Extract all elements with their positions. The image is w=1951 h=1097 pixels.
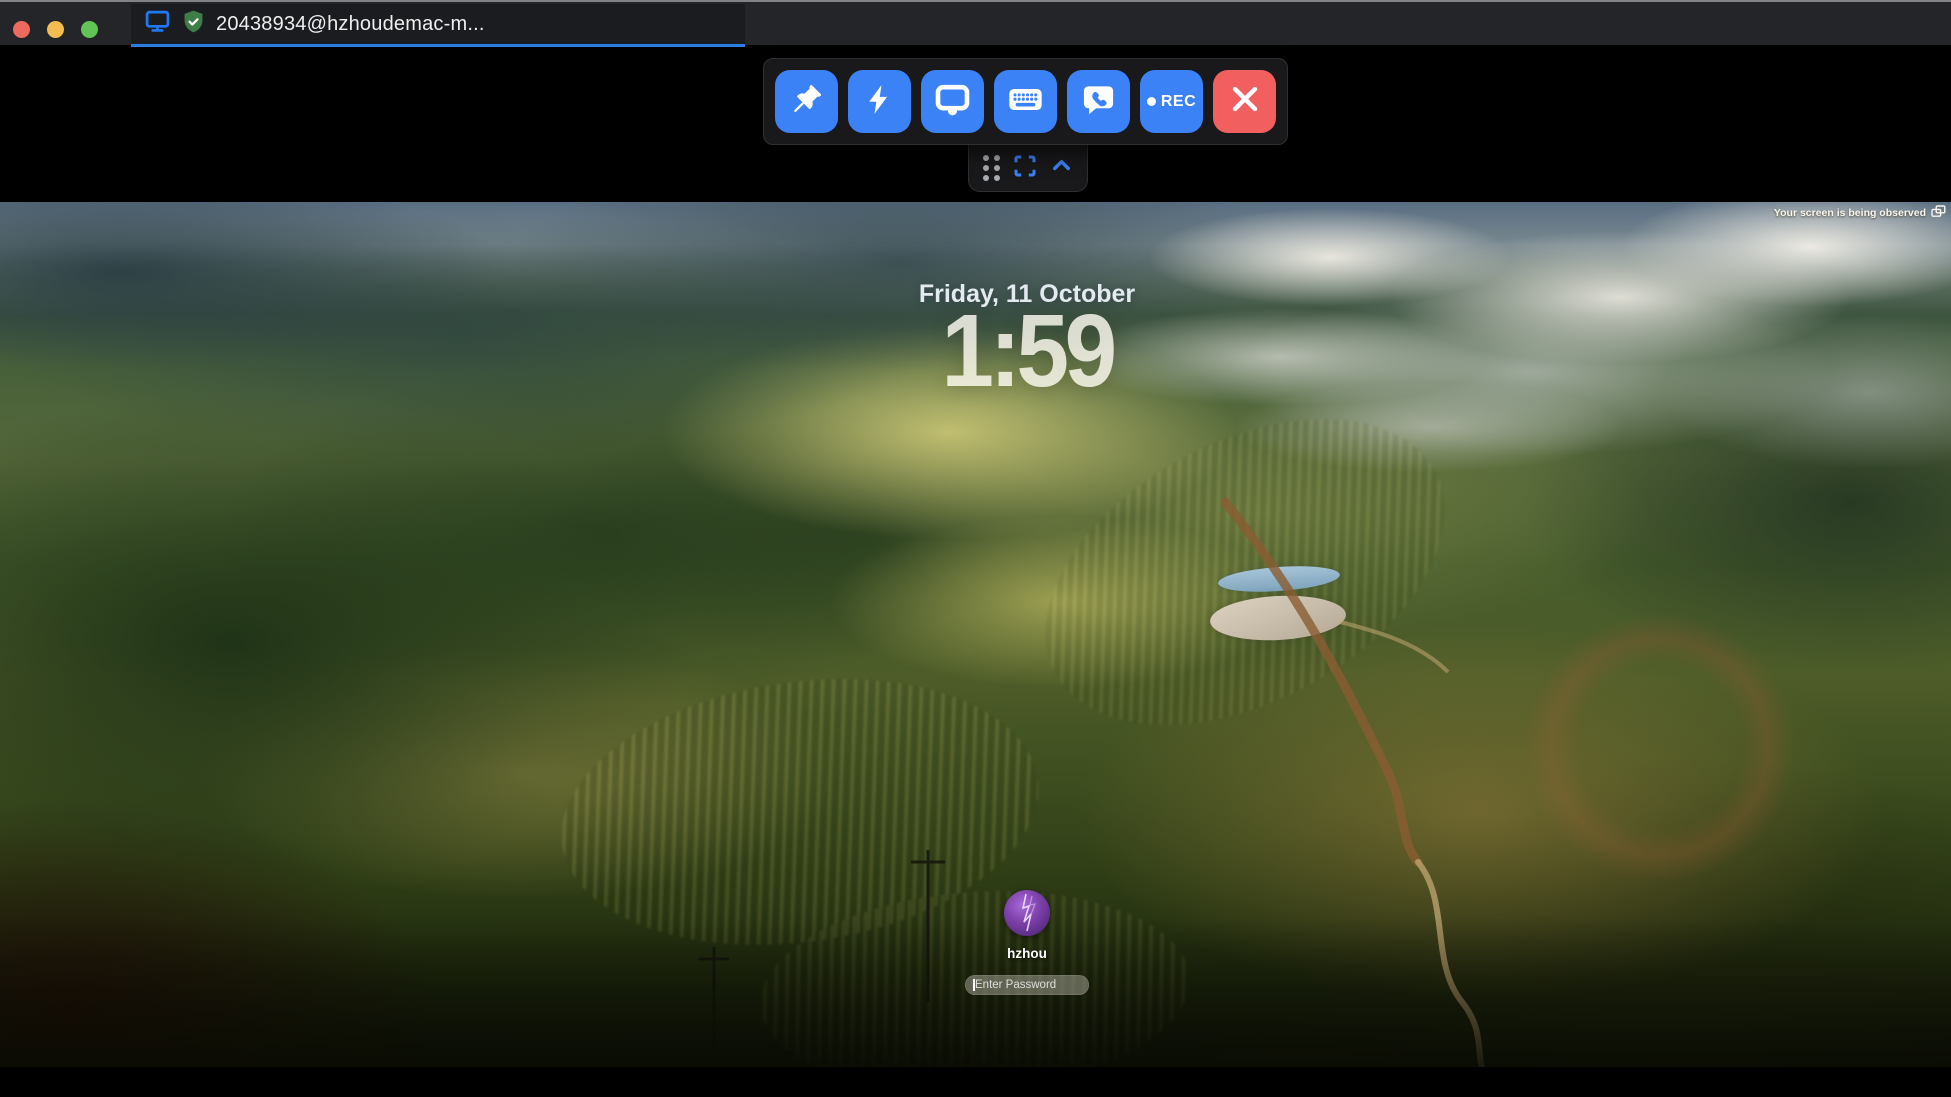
titlebar: 20438934@hzhoudemac-m... (0, 0, 1951, 45)
close-session-button[interactable] (1213, 70, 1276, 133)
password-field-wrap (965, 975, 1089, 995)
rec-label: REC (1161, 93, 1196, 111)
call-toolbar-button[interactable] (1067, 70, 1130, 133)
user-avatar[interactable] (1004, 890, 1050, 936)
pin-icon (789, 82, 824, 122)
bolt-icon (863, 83, 896, 121)
remote-control-toolbar: REC (763, 58, 1288, 145)
session-tab[interactable]: 20438934@hzhoudemac-m... (131, 4, 745, 47)
minimize-window-button[interactable] (47, 21, 64, 38)
call-chat-icon (1081, 82, 1116, 122)
lockscreen-clock: 1:59 (941, 299, 1112, 402)
grid-dots-icon[interactable] (983, 155, 1000, 181)
keyboard-toolbar-button[interactable] (994, 70, 1057, 133)
screen-mirroring-icon (1931, 205, 1946, 221)
close-window-button[interactable] (13, 21, 30, 38)
password-input[interactable] (965, 975, 1089, 995)
zoom-window-button[interactable] (81, 21, 98, 38)
display-icon (144, 9, 171, 39)
username-label: hzhou (1007, 946, 1047, 961)
display-toolbar-button[interactable] (921, 70, 984, 133)
session-tab-title: 20438934@hzhoudemac-m... (216, 13, 485, 36)
rec-dot-icon: REC (1147, 93, 1196, 111)
text-caret (973, 979, 975, 991)
boost-toolbar-button[interactable] (848, 70, 911, 133)
rec-dot (1147, 97, 1156, 106)
chevron-up-icon[interactable] (1050, 154, 1073, 182)
display-icon (934, 81, 971, 123)
screen-observed-badge[interactable]: Your screen is being observed (1774, 205, 1946, 221)
record-toolbar-button[interactable]: REC (1140, 70, 1203, 133)
toolbar-quickbar (968, 145, 1088, 192)
shield-check-icon (181, 8, 206, 40)
traffic-lights (13, 21, 98, 38)
pin-toolbar-button[interactable] (775, 70, 838, 133)
remote-desktop-window: 20438934@hzhoudemac-m... (0, 0, 1951, 1097)
keyboard-icon (1007, 81, 1044, 123)
screen-observed-label: Your screen is being observed (1774, 207, 1926, 219)
fullscreen-icon[interactable] (1013, 154, 1037, 183)
remote-screen-viewport[interactable]: Your screen is being observed Friday, 11… (0, 202, 1951, 1067)
close-icon (1228, 82, 1262, 121)
